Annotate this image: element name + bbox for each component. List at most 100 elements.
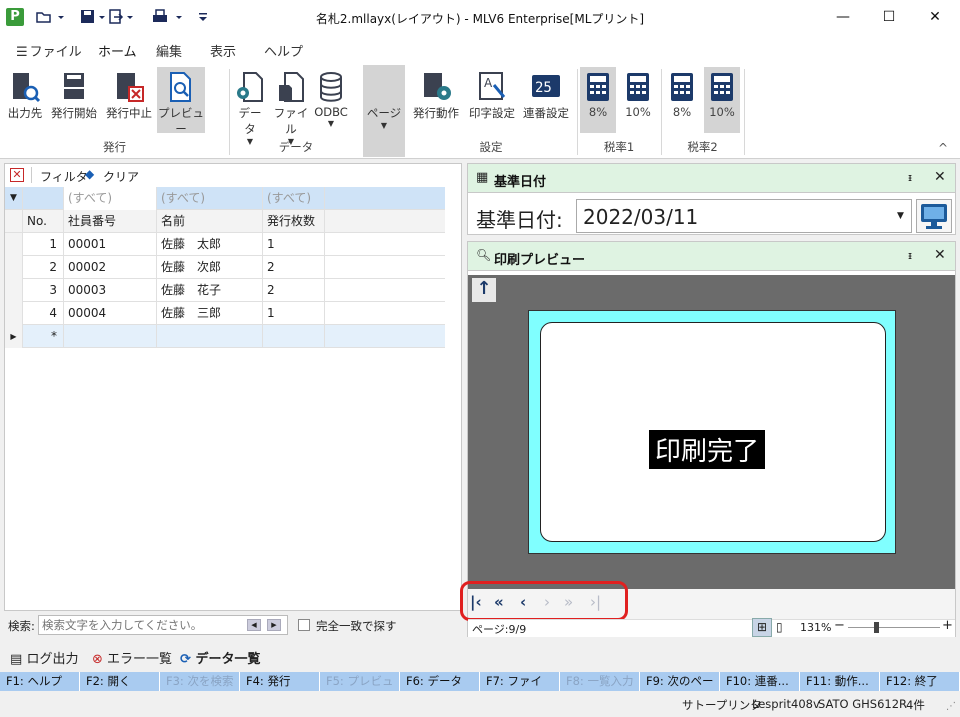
table-header-row: No. 社員番号 名前 発行枚数 [5, 210, 445, 233]
fkey-f7[interactable]: F7: ファイル... [480, 672, 560, 707]
first-page-icon[interactable]: |‹ [470, 593, 482, 611]
close-filter-icon[interactable]: ✕ [10, 168, 24, 182]
zoom-slider-thumb[interactable] [874, 622, 880, 633]
row-selector[interactable] [5, 302, 23, 325]
serial-settings-button[interactable]: 25 連番設定 [520, 67, 572, 133]
cell-count[interactable]: 2 [263, 279, 325, 302]
error-icon: ⊗ [92, 652, 103, 667]
next-ten-pages-icon[interactable]: » [564, 593, 573, 611]
tax2-10-button[interactable]: 10% [704, 67, 740, 133]
close-window-icon[interactable]: ✕ [912, 0, 958, 35]
table-row[interactable]: 3 00003 佐藤 花子 2 [5, 279, 445, 302]
zoom-in-icon[interactable]: + [942, 618, 953, 633]
row-selector[interactable] [5, 233, 23, 256]
new-cell-name[interactable] [157, 325, 263, 348]
fkey-f1[interactable]: F1: ヘルプ [0, 672, 80, 691]
cell-count[interactable]: 1 [263, 233, 325, 256]
column-header-name[interactable]: 名前 [157, 210, 263, 233]
filter-cell-employee-id[interactable]: (すべて) [64, 187, 157, 210]
output-destination-button[interactable]: 出力先 [5, 67, 45, 133]
preview-button[interactable]: プレビュー [157, 67, 205, 136]
fkey-f9[interactable]: F9: 次のページ [640, 672, 720, 707]
tax2-8-button[interactable]: 8% [664, 67, 700, 133]
pin-icon[interactable]: ᵻ [908, 171, 912, 184]
last-page-icon[interactable]: ›| [590, 593, 601, 611]
column-header-employee-id[interactable]: 社員番号 [64, 210, 157, 233]
row-selector[interactable] [5, 256, 23, 279]
pin-icon[interactable]: ᵻ [908, 249, 912, 262]
preview-canvas: ↑ 印刷完了 [468, 275, 955, 589]
minimize-icon[interactable]: — [820, 0, 866, 35]
print-settings-button[interactable]: A 印字設定 [466, 67, 518, 133]
tax1-8-button[interactable]: 8% [580, 67, 616, 133]
tab-view[interactable]: 表示 [210, 41, 236, 60]
search-prev-icon[interactable]: ◀ [247, 619, 261, 631]
date-dropdown[interactable]: 2022/03/11 ▼ [576, 199, 912, 233]
prev-ten-pages-icon[interactable]: « [494, 593, 504, 611]
monitor-button[interactable] [916, 199, 952, 233]
cell-count[interactable]: 2 [263, 256, 325, 279]
filter-button[interactable]: フィルタ [40, 168, 88, 185]
cell-employee-id[interactable]: 00003 [64, 279, 157, 302]
fkey-f10[interactable]: F10: 連番... [720, 672, 800, 691]
cell-employee-id[interactable]: 00002 [64, 256, 157, 279]
page-button[interactable]: ページ ▼ [363, 65, 405, 157]
tab-log-output[interactable]: ▤ ログ出力 [10, 648, 78, 667]
close-panel-icon[interactable]: ✕ [934, 169, 946, 185]
cell-name[interactable]: 佐藤 太郎 [157, 233, 263, 256]
maximize-icon[interactable]: ☐ [866, 0, 912, 35]
fkey-f8[interactable]: F8: 一覧入力 [560, 672, 640, 691]
data-button[interactable]: データ ▼ [233, 67, 267, 146]
fkey-f2[interactable]: F2: 開く [80, 672, 160, 691]
collapse-ribbon-icon[interactable]: ^ [938, 141, 948, 155]
row-selector[interactable] [5, 279, 23, 302]
cell-employee-id[interactable]: 00004 [64, 302, 157, 325]
column-header-count[interactable]: 発行枚数 [263, 210, 325, 233]
arrow-up-icon[interactable]: ↑ [472, 278, 496, 302]
new-cell-employee-id[interactable] [64, 325, 157, 348]
next-page-icon[interactable]: › [544, 593, 550, 611]
cell-employee-id[interactable]: 00001 [64, 233, 157, 256]
prev-page-icon[interactable]: ‹ [520, 593, 526, 611]
zoom-out-icon[interactable]: − [834, 618, 845, 633]
cell-count[interactable]: 1 [263, 302, 325, 325]
stop-issue-button[interactable]: 発行中止 [103, 67, 155, 133]
table-row[interactable]: 1 00001 佐藤 太郎 1 [5, 233, 445, 256]
table-row[interactable]: 2 00002 佐藤 次郎 2 [5, 256, 445, 279]
tab-home[interactable]: ホーム [98, 41, 137, 65]
fkey-f3[interactable]: F3: 次を検索 [160, 672, 240, 691]
fkey-f6[interactable]: F6: データ呼... [400, 672, 480, 707]
search-next-icon[interactable]: ▶ [267, 619, 281, 631]
tab-edit[interactable]: 編集 [156, 41, 182, 60]
resize-grip-icon[interactable]: ⋰ [946, 701, 956, 712]
fkey-f5[interactable]: F5: プレビュー [320, 672, 400, 707]
tax1-10-button[interactable]: 10% [620, 67, 656, 133]
filter-cell-name[interactable]: (すべて) [157, 187, 263, 210]
column-header-no[interactable]: No. [23, 210, 64, 233]
cell-name[interactable]: 佐藤 三郎 [157, 302, 263, 325]
tab-error-list[interactable]: ⊗ エラー一覧 [92, 648, 172, 667]
filter-cell-count[interactable]: (すべて) [263, 187, 325, 210]
fkey-f12[interactable]: F12: 終了 [880, 672, 960, 691]
file-button[interactable]: ファイル ▼ [271, 67, 311, 146]
table-row[interactable]: 4 00004 佐藤 三郎 1 [5, 302, 445, 325]
tab-data-list[interactable]: ⟳ データ一覧 [180, 648, 260, 667]
cell-name[interactable]: 佐藤 次郎 [157, 256, 263, 279]
filter-cell-no[interactable] [23, 187, 64, 210]
start-issue-button[interactable]: 発行開始 [48, 67, 100, 133]
odbc-button[interactable]: ODBC ▼ [313, 67, 349, 133]
exact-match-checkbox[interactable] [298, 619, 310, 631]
zoom-slider-track[interactable] [848, 627, 940, 628]
new-cell-count[interactable] [263, 325, 325, 348]
fkey-f4[interactable]: F4: 発行 [240, 672, 320, 691]
close-panel-icon[interactable]: ✕ [934, 247, 946, 263]
grid-view-icon[interactable]: ⊞ [752, 618, 772, 637]
fkey-f11[interactable]: F11: 動作... [800, 672, 880, 691]
clear-button[interactable]: クリア [103, 168, 139, 185]
issue-action-button[interactable]: 発行動作 [410, 67, 462, 133]
page-view-icon[interactable]: ▯ [776, 620, 783, 634]
cell-name[interactable]: 佐藤 花子 [157, 279, 263, 302]
tab-file[interactable]: ☰ ファイル [16, 41, 82, 60]
new-row[interactable]: ▶ * [5, 325, 445, 348]
tab-help[interactable]: ヘルプ [264, 41, 303, 60]
